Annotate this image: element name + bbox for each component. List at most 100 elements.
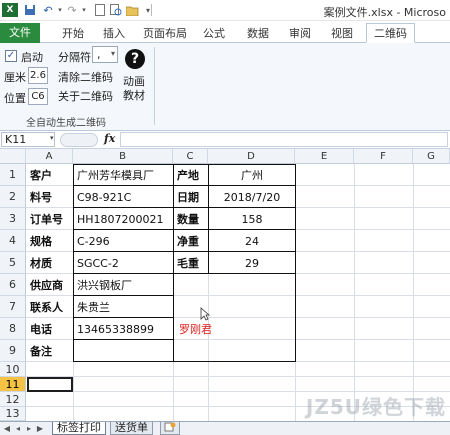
cell-c8-signature[interactable]: 罗刚君 [176,319,246,339]
row-header-6[interactable]: 6 [0,274,26,296]
position-input[interactable]: C6 [28,88,48,105]
save-icon[interactable] [22,3,38,17]
name-box-dropdown-icon[interactable]: ▾ [50,134,54,142]
column-header-c[interactable]: C [173,149,208,164]
help-icon: ? [125,49,145,69]
new-document-icon[interactable] [92,3,108,17]
cell-a7[interactable]: 联系人 [27,297,73,317]
cell-a5[interactable]: 材质 [27,253,73,273]
column-header-g[interactable]: G [413,149,450,164]
cell-d1[interactable]: 广州 [209,165,295,185]
cell-b9[interactable] [74,341,173,361]
cell-b8[interactable]: 13465338899 [74,319,173,339]
row-header-3[interactable]: 3 [0,208,26,230]
cell-b6[interactable]: 洪兴钢板厂 [74,275,173,295]
sheet-tab-delivery[interactable]: 送货单 [110,422,153,435]
cell-b1[interactable]: 广州芳华模具厂 [74,165,173,185]
tab-file[interactable]: 文件 [0,23,40,43]
fx-icon[interactable]: fx [104,132,115,145]
cell-a9[interactable]: 备注 [27,341,73,361]
cell-a2[interactable]: 料号 [27,187,73,207]
cell-b4[interactable]: C-296 [74,231,173,251]
cell-border [73,185,296,186]
autostart-checkbox[interactable]: ✓ [5,50,17,62]
cell-d3[interactable]: 158 [209,209,295,229]
redo-dropdown-icon[interactable]: ▾ [76,3,92,17]
row-header-7[interactable]: 7 [0,296,26,318]
tab-home[interactable]: 开始 [55,24,91,43]
select-all-corner[interactable] [0,149,26,164]
column-header-f[interactable]: F [354,149,413,164]
cell-border [73,339,174,340]
row-header-4[interactable]: 4 [0,230,26,252]
chevron-down-icon: ▾ [110,49,115,58]
cell-d5[interactable]: 29 [209,253,295,273]
print-preview-icon[interactable] [108,3,124,17]
row-header-11-selected[interactable]: 11 [0,377,26,392]
last-sheet-icon[interactable]: ▶ [35,423,45,434]
next-sheet-icon[interactable]: ▸ [24,423,34,434]
row-header-1[interactable]: 1 [0,164,26,186]
gridline [354,164,355,421]
mouse-cursor-icon [200,307,211,321]
cell-a3[interactable]: 订单号 [27,209,73,229]
cell-border [73,251,296,252]
row-header-13[interactable]: 13 [0,407,26,421]
position-label: 位置 [4,92,26,105]
formula-input[interactable] [120,132,448,147]
cell-border [73,361,296,362]
tab-review[interactable]: 审阅 [282,24,318,43]
cell-b5[interactable]: SGCC-2 [74,253,173,273]
cm-input[interactable]: 2.6 [28,67,48,84]
row-header-2[interactable]: 2 [0,186,26,208]
customize-toolbar-icon[interactable]: ▾ [140,3,156,17]
cell-border [73,273,296,274]
cell-a6[interactable]: 供应商 [27,275,73,295]
cell-b2[interactable]: C98-921C [74,187,173,207]
spreadsheet-grid[interactable]: A B C D E F G 1 2 3 4 5 6 7 8 9 10 11 12… [0,149,450,421]
first-sheet-icon[interactable]: ◀ [2,423,12,434]
row-header-5[interactable]: 5 [0,252,26,274]
cell-b3[interactable]: HH1807200021 [74,209,173,229]
column-header-d[interactable]: D [208,149,295,164]
toolbar-divider [151,4,152,16]
cell-c2[interactable]: 日期 [174,187,208,207]
tab-formulas[interactable]: 公式 [196,24,232,43]
prev-sheet-icon[interactable]: ◂ [13,423,23,434]
name-box[interactable]: K11 [1,132,55,147]
cell-d4[interactable]: 24 [209,231,295,251]
gridline [26,376,450,377]
about-qrcode-button[interactable]: 关于二维码 [58,88,113,104]
window-title: 案例文件.xlsx - Microso [323,6,446,19]
open-folder-icon[interactable] [124,3,140,17]
separator-select[interactable]: , ▾ [92,46,118,63]
tab-data[interactable]: 数据 [240,24,276,43]
sheet-tab-bar: ◀ ◂ ▸ ▶ 标签打印 送货单 [0,421,450,435]
tab-page-layout[interactable]: 页面布局 [136,24,194,43]
cell-c3[interactable]: 数量 [174,209,208,229]
cell-d2[interactable]: 2018/7/20 [209,187,295,207]
row-header-12[interactable]: 12 [0,392,26,407]
cell-a8[interactable]: 电话 [27,319,73,339]
cm-label: 厘米 [4,71,26,84]
column-header-b[interactable]: B [73,149,173,164]
tab-view[interactable]: 视图 [324,24,360,43]
column-header-a[interactable]: A [26,149,73,164]
cell-a4[interactable]: 规格 [27,231,73,251]
clear-qrcode-button[interactable]: 清除二维码 [58,69,113,85]
tab-qrcode[interactable]: 二维码 [366,23,415,43]
column-header-e[interactable]: E [295,149,354,164]
row-header-9[interactable]: 9 [0,340,26,362]
cell-c4[interactable]: 净重 [174,231,208,251]
add-sheet-icon[interactable] [160,422,180,435]
sheet-tab-label-print[interactable]: 标签打印 [52,422,106,435]
row-header-10[interactable]: 10 [0,362,26,377]
cell-a1[interactable]: 客户 [27,165,73,185]
tab-insert[interactable]: 插入 [96,24,132,43]
row-header-8[interactable]: 8 [0,318,26,340]
cell-b7[interactable]: 朱贵兰 [74,297,173,317]
animation-tutorial-button[interactable]: ? 动画 教材 [120,49,150,107]
cell-c1[interactable]: 产地 [174,165,208,185]
cell-c5[interactable]: 毛重 [174,253,208,273]
separator-label: 分隔符 [58,51,91,64]
